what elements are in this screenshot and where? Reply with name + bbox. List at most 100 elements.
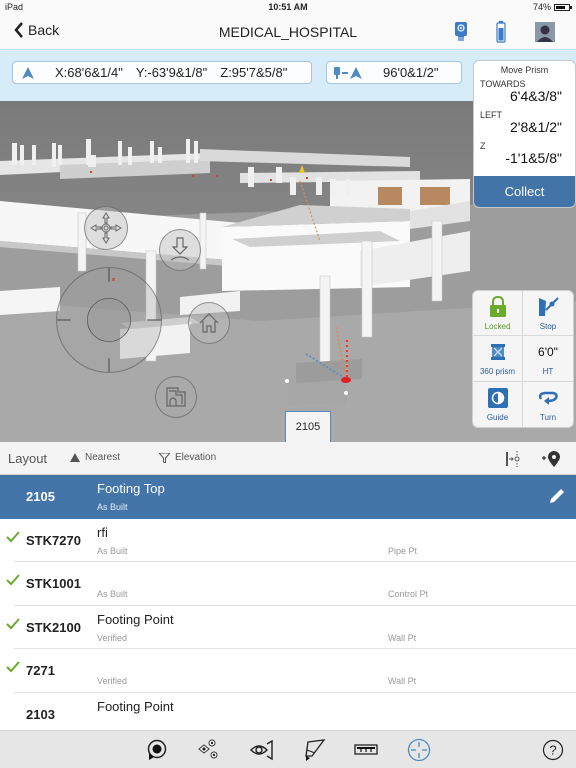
status-bar: iPad 10:51 AM 74% (0, 0, 576, 14)
point-row[interactable]: STK2100 Footing Point Verified Wall Pt (0, 606, 576, 649)
point-row[interactable]: 2103 Footing Point (0, 693, 576, 731)
point-status: Verified (97, 676, 128, 686)
point-description: Footing Top (97, 481, 165, 496)
user-avatar-icon[interactable] (534, 20, 556, 44)
stop-label: Stop (539, 322, 557, 332)
point-id: 7271 (26, 663, 55, 678)
point-row[interactable]: 7271 Verified Wall Pt (0, 649, 576, 693)
back-label: Back (28, 22, 60, 38)
triangle-up-icon (70, 453, 80, 462)
position-readout: X:68'6&1/4" Y:-63'9&1/8" Z:95'7&5/8" (12, 61, 312, 84)
prism-type-button[interactable]: 360 prism (473, 336, 523, 382)
arrow-down-icon (170, 237, 190, 261)
guide-label: Guide (486, 413, 509, 423)
point-status: As Built (97, 502, 128, 512)
guide-button[interactable]: Guide (473, 381, 523, 427)
point-status: As Built (97, 545, 128, 556)
measure-icon[interactable] (353, 737, 379, 763)
point-status: Verified (97, 632, 128, 643)
add-location-icon (542, 451, 560, 467)
point-description: Footing Point (97, 698, 174, 714)
y-coordinate: Y:-63'9&1/8" (135, 65, 208, 80)
home-icon (199, 313, 219, 333)
point-description: Footing Point (97, 611, 174, 627)
point-marker-icon[interactable] (144, 737, 170, 763)
help-icon: ? (542, 739, 564, 761)
joystick-icon (57, 268, 161, 372)
draw-icon[interactable] (301, 737, 327, 763)
chevron-left-icon (14, 22, 23, 38)
move-prism-title: Move Prism (500, 65, 549, 75)
battery-level-icon[interactable] (490, 20, 512, 44)
clock: 10:51 AM (268, 2, 308, 12)
home-view-button[interactable] (188, 302, 230, 344)
battery-status: 74% (533, 2, 572, 12)
turn-button[interactable]: Turn (523, 382, 573, 427)
point-id: STK7270 (26, 532, 81, 548)
offset-point-button[interactable] (502, 448, 524, 470)
point-type: Control Pt (388, 589, 429, 599)
nav-bar: Back MEDICAL_HOSPITAL (0, 14, 576, 50)
floor-plan-icon (166, 387, 186, 407)
list-title: Layout (8, 451, 48, 466)
distance-value: 96'0&1/2" (383, 65, 439, 80)
stop-button[interactable]: Stop (523, 291, 573, 337)
ht-label: HT (542, 367, 554, 377)
point-type: Wall Pt (388, 632, 417, 643)
add-point-button[interactable] (540, 448, 562, 470)
bottom-toolbar: ? (0, 730, 576, 768)
point-description: rfi (97, 524, 108, 540)
instrument-station-icon (22, 66, 34, 79)
objects-icon[interactable] (195, 737, 221, 763)
view-icon[interactable] (249, 737, 275, 763)
point-type: Wall Pt (388, 676, 417, 686)
rotate-joystick[interactable] (56, 267, 162, 373)
filter-label: Elevation (175, 452, 217, 463)
checkmark-icon (6, 617, 20, 629)
elevation-filter-button[interactable]: Elevation (159, 452, 216, 463)
sort-nearest-button[interactable]: Nearest (70, 452, 120, 463)
help-button[interactable]: ? (540, 737, 566, 763)
point-type: Pipe Pt (388, 545, 418, 556)
pan-control[interactable] (84, 206, 128, 250)
back-button[interactable]: Back (14, 22, 59, 38)
point-row[interactable]: STK1001 As Built Control Pt (0, 562, 576, 606)
point-callout[interactable]: 2105 (285, 411, 331, 442)
move-prism-panel: Move Prism TOWARDS 6'4&3/8" LEFT 2'8&1/2… (473, 60, 576, 208)
svg-text:?: ? (549, 743, 556, 758)
turn-icon (538, 392, 558, 406)
x-coordinate: X:68'6&1/4" (55, 65, 123, 80)
point-list[interactable]: 2105 Footing Top As Built STK7270 rfi As Buil… (0, 475, 576, 730)
ht-value: 6'0" (538, 345, 558, 360)
height-button[interactable]: 6'0" HT (523, 336, 573, 382)
360-prism-icon (490, 344, 505, 361)
turn-label: Turn (539, 413, 557, 423)
point-id: STK2100 (26, 619, 81, 635)
checkmark-icon (6, 661, 20, 673)
collect-button[interactable]: Collect (474, 176, 575, 207)
offset-icon (506, 451, 520, 467)
point-row[interactable]: STK7270 rfi As Built Pipe Pt (0, 519, 576, 562)
guide-icon (487, 388, 508, 409)
filter-bar: Layout Nearest Elevation (0, 442, 576, 475)
point-id: 2103 (26, 706, 55, 722)
towards-value: 6'4&3/8" (509, 88, 562, 104)
point-status: As Built (97, 589, 128, 599)
prism-label: 360 prism (479, 367, 516, 377)
distance-readout: 96'0&1/2" (326, 61, 462, 84)
move-down-button[interactable] (159, 229, 201, 271)
point-row[interactable]: 2105 Footing Top As Built (0, 475, 576, 519)
filter-funnel-icon (159, 452, 170, 463)
sort-label: Nearest (85, 452, 121, 463)
instrument-controls: Locked Stop 360 prism 6'0" HT Guide Turn (472, 290, 574, 428)
move-arrows-icon (90, 212, 122, 244)
point-id: STK1001 (26, 576, 81, 591)
edit-pencil-icon[interactable] (548, 487, 566, 505)
lock-icon (489, 296, 506, 318)
crosshair-icon[interactable] (406, 737, 432, 763)
battery-icon (554, 3, 572, 11)
floor-plan-button[interactable] (155, 376, 197, 418)
z-coordinate: Z:95'7&5/8" (220, 65, 288, 80)
locked-button[interactable]: Locked (473, 291, 523, 337)
instrument-icon[interactable] (450, 20, 472, 44)
